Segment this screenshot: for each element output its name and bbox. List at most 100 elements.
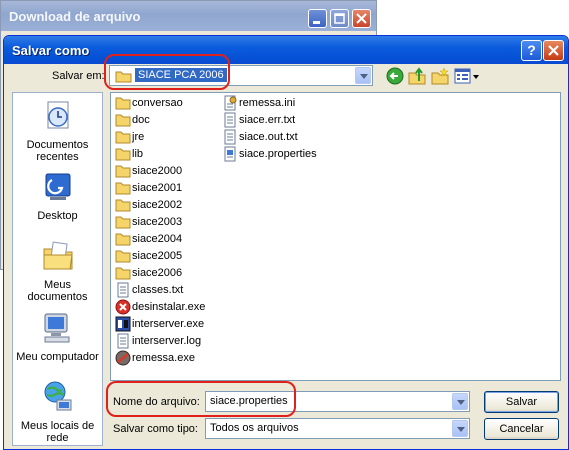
- text-file-icon: [117, 282, 129, 298]
- place-label: Meus documentos: [27, 279, 88, 303]
- maximize-icon: [334, 13, 345, 24]
- file-type-label: Salvar como tipo:: [113, 423, 198, 435]
- list-item[interactable]: siace2000: [115, 163, 182, 179]
- file-name: siace.out.txt: [239, 131, 298, 143]
- list-item[interactable]: siace.err.txt: [222, 112, 295, 128]
- background-close-button[interactable]: [352, 9, 371, 28]
- folder-icon: [115, 267, 131, 280]
- file-name: lib: [132, 148, 144, 160]
- minimize-button[interactable]: [308, 9, 327, 28]
- dialog-close-button[interactable]: [543, 40, 564, 61]
- list-item[interactable]: siace2004: [115, 231, 182, 247]
- file-name: siace2005: [132, 250, 183, 262]
- folder-icon: [115, 165, 131, 178]
- places-bar: Documentos recentes Desktop Meus documen…: [12, 92, 103, 446]
- annotation-highlight-save-in: [104, 54, 230, 90]
- file-name: siace2006: [132, 267, 183, 279]
- folder-icon: [115, 131, 131, 144]
- back-icon[interactable]: [386, 67, 404, 85]
- text-file-icon: [224, 129, 236, 145]
- place-my-computer[interactable]: Meu computador: [13, 311, 102, 363]
- up-folder-icon[interactable]: [408, 67, 426, 85]
- list-item[interactable]: conversao: [115, 95, 183, 111]
- list-item[interactable]: siace2005: [115, 248, 182, 264]
- file-name: siace.properties: [239, 148, 317, 160]
- file-name: interserver.log: [132, 335, 202, 347]
- file-type-select[interactable]: Todos os arquivos: [205, 418, 470, 439]
- close-icon: [548, 45, 559, 56]
- cancel-button[interactable]: Cancelar: [484, 418, 559, 440]
- list-item[interactable]: doc: [115, 112, 150, 128]
- chevron-down-icon[interactable]: [452, 393, 468, 410]
- list-item[interactable]: remessa.ini: [222, 95, 295, 111]
- file-name: siace2001: [132, 182, 183, 194]
- folder-icon: [115, 233, 131, 246]
- file-name: remessa.ini: [239, 97, 296, 109]
- place-my-documents[interactable]: Meus documentos: [13, 239, 102, 303]
- file-name: conversao: [132, 97, 183, 109]
- remessa-exe-icon: [115, 350, 131, 366]
- background-window-title: Download de arquivo: [9, 8, 141, 24]
- annotation-highlight-file-name: [106, 381, 296, 417]
- uninstall-exe-icon: [115, 299, 131, 315]
- list-item[interactable]: desinstalar.exe: [115, 299, 205, 315]
- place-label: Meu computador: [16, 351, 99, 363]
- save-as-dialog: Salvar como ? Salvar em: SIACE PCA 2006 …: [3, 35, 569, 450]
- close-icon: [356, 13, 367, 24]
- save-in-label: Salvar em:: [52, 70, 105, 82]
- file-list[interactable]: conversao doc jre lib siace2000 siace200…: [110, 92, 561, 381]
- list-item[interactable]: siace2001: [115, 180, 182, 196]
- list-item[interactable]: siace2003: [115, 214, 182, 230]
- text-file-icon: [117, 333, 129, 349]
- list-item[interactable]: interserver.log: [115, 333, 201, 349]
- place-label: Documentos recentes: [26, 139, 89, 163]
- file-name: desinstalar.exe: [132, 301, 206, 313]
- view-menu-icon[interactable]: [454, 67, 480, 85]
- text-file-icon: [224, 112, 236, 128]
- exe-icon: [115, 316, 131, 332]
- my-documents-icon: [43, 241, 73, 270]
- folder-icon: [115, 216, 131, 229]
- folder-icon: [115, 97, 131, 110]
- new-folder-icon[interactable]: [431, 67, 449, 85]
- folder-icon: [115, 199, 131, 212]
- help-icon: ?: [527, 42, 536, 58]
- list-item[interactable]: lib: [115, 146, 143, 162]
- list-item[interactable]: siace.out.txt: [222, 129, 298, 145]
- folder-icon: [115, 114, 131, 127]
- file-name: classes.txt: [132, 284, 184, 296]
- list-item[interactable]: remessa.exe: [115, 350, 195, 366]
- folder-icon: [115, 182, 131, 195]
- save-button[interactable]: Salvar: [484, 391, 559, 413]
- file-name: siace.err.txt: [239, 114, 296, 126]
- chevron-down-icon[interactable]: [355, 67, 371, 84]
- chevron-down-icon[interactable]: [452, 420, 468, 437]
- list-item[interactable]: jre: [115, 129, 144, 145]
- place-network[interactable]: Meus locais de rede: [13, 380, 102, 444]
- file-name: jre: [132, 131, 145, 143]
- minimize-icon: [313, 21, 320, 24]
- list-item[interactable]: siace2006: [115, 265, 182, 281]
- help-button[interactable]: ?: [521, 40, 542, 61]
- dialog-title: Salvar como: [12, 42, 90, 58]
- maximize-button[interactable]: [330, 9, 349, 28]
- my-computer-icon: [44, 313, 69, 343]
- file-name: interserver.exe: [132, 318, 205, 330]
- place-label: Meus locais de rede: [20, 420, 95, 444]
- place-desktop[interactable]: Desktop: [13, 170, 102, 222]
- place-label: Desktop: [37, 210, 78, 222]
- ini-file-icon: [224, 95, 237, 111]
- file-name: siace2004: [132, 233, 183, 245]
- dialog-titlebar[interactable]: Salvar como: [4, 36, 568, 64]
- list-item[interactable]: interserver.exe: [115, 316, 204, 332]
- network-places-icon: [44, 381, 71, 411]
- list-item[interactable]: siace.properties: [222, 146, 317, 162]
- recent-documents-icon: [47, 101, 68, 129]
- folder-icon: [115, 250, 131, 263]
- place-recent-documents[interactable]: Documentos recentes: [13, 99, 102, 163]
- list-item[interactable]: classes.txt: [115, 282, 183, 298]
- list-item[interactable]: siace2002: [115, 197, 182, 213]
- desktop-icon: [45, 173, 70, 200]
- folder-icon: [115, 148, 131, 161]
- file-name: remessa.exe: [132, 352, 195, 364]
